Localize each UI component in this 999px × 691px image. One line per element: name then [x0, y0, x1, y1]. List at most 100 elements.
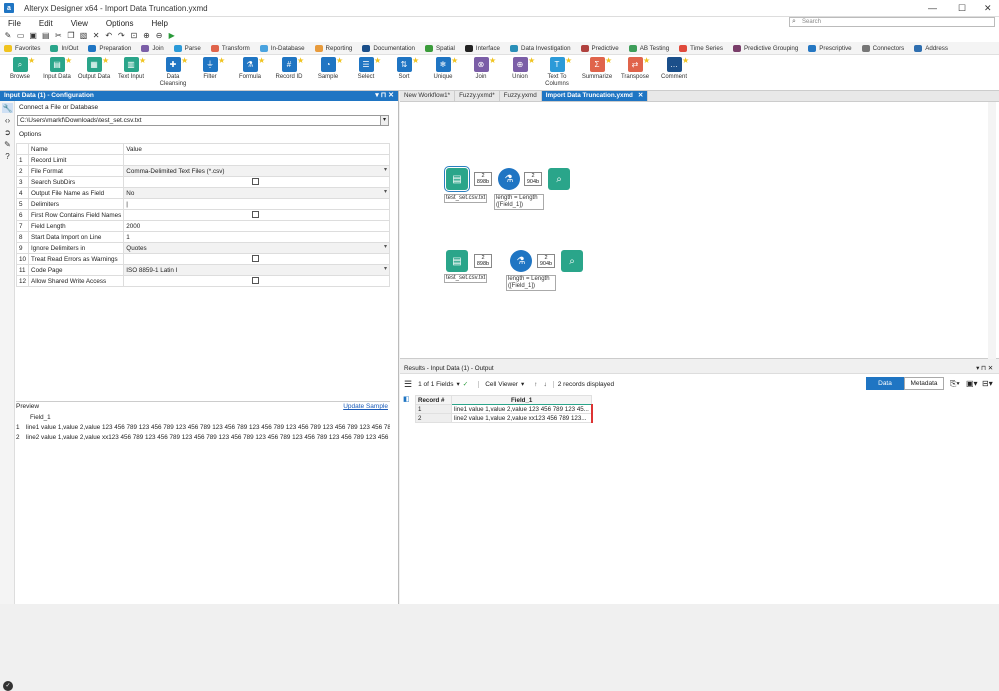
option-value-input[interactable] [123, 154, 390, 166]
favorite-star-icon[interactable]: ★ [451, 56, 458, 65]
category-tab-in-database[interactable]: In-Database [259, 44, 305, 52]
category-tab-predictive-grouping[interactable]: Predictive Grouping [732, 44, 798, 52]
canvas-tab-2[interactable]: Fuzzy.yxmd [500, 91, 542, 101]
help-icon[interactable]: ? [2, 151, 13, 161]
category-tab-preparation[interactable]: Preparation [88, 44, 131, 52]
canvas-tab-1[interactable]: Fuzzy.yxmd* [455, 91, 500, 101]
category-tab-interface[interactable]: Interface [464, 44, 500, 52]
close-tab-icon[interactable]: ✕ [638, 92, 643, 99]
new-icon[interactable]: ✎ [3, 31, 13, 41]
category-tab-ab-testing[interactable]: AB Testing [628, 44, 669, 52]
favorite-star-icon[interactable]: ★ [28, 56, 35, 65]
workflow-canvas[interactable]: ▤ test_set.csv.txt 2 898b ⚗ length = Leng… [400, 102, 999, 359]
results-panel-controls-icon[interactable]: ▾ ⊓ ✕ [976, 363, 993, 374]
option-row[interactable]: 9 Ignore Delimiters in Quotes ▾ [15, 242, 390, 254]
category-tab-favorites[interactable]: Favorites [4, 44, 40, 52]
browse-node-2[interactable]: ⌕ [561, 250, 583, 272]
menu-edit[interactable]: Edit [39, 19, 53, 28]
option-checkbox-cell[interactable] [123, 209, 390, 221]
option-row[interactable]: 11 Code Page ISO 8859-1 Latin I ▾ [15, 264, 390, 276]
chevron-down-icon[interactable]: ▾ [384, 266, 387, 272]
undo-icon[interactable]: ↶ [104, 31, 114, 41]
option-checkbox[interactable] [252, 277, 260, 285]
category-tab-parse[interactable]: Parse [173, 44, 201, 52]
favorite-star-icon[interactable]: ★ [643, 56, 650, 65]
menu-view[interactable]: View [71, 19, 88, 28]
run-icon[interactable]: ▶ [167, 31, 177, 41]
option-row[interactable]: 1 Record Limit [15, 154, 390, 166]
data-view-button[interactable]: Data [866, 377, 904, 390]
option-select[interactable]: Quotes ▾ [123, 242, 390, 254]
arrow-up-icon[interactable]: ↑ [534, 381, 537, 388]
favorite-star-icon[interactable]: ★ [218, 56, 225, 65]
wrench-icon[interactable]: 🔧 [2, 103, 13, 113]
category-tab-prescriptive[interactable]: Prescriptive [808, 44, 852, 52]
favorite-star-icon[interactable]: ★ [139, 56, 146, 65]
browse-node-1[interactable]: ⌕ [548, 168, 570, 190]
favorite-star-icon[interactable]: ★ [297, 56, 304, 65]
minimize-icon[interactable]: — [928, 3, 937, 13]
option-select[interactable]: ISO 8859-1 Latin I ▾ [123, 264, 390, 276]
favorite-star-icon[interactable]: ★ [258, 56, 265, 65]
paste-icon[interactable]: ▧ [79, 31, 89, 41]
menu-help[interactable]: Help [151, 19, 167, 28]
chevron-down-icon[interactable]: ▾ [384, 244, 387, 250]
category-tab-time-series[interactable]: Time Series [679, 44, 723, 52]
field-1-header[interactable]: Field_1 [450, 395, 593, 405]
option-select[interactable]: No ▾ [123, 187, 390, 199]
save-all-icon[interactable]: ▤ [41, 31, 51, 41]
category-tab-data-investigation[interactable]: Data Investigation [510, 44, 571, 52]
path-dropdown-button[interactable]: ▾ [380, 115, 389, 126]
option-value-input[interactable]: 2000 [123, 220, 390, 232]
option-checkbox[interactable] [252, 255, 260, 263]
search-input[interactable]: ⌕ Search [789, 17, 995, 27]
favorite-star-icon[interactable]: ★ [181, 56, 188, 65]
option-value-input[interactable]: 1 [123, 231, 390, 243]
formula-node-1[interactable]: ⚗ [498, 168, 520, 190]
option-row[interactable]: 12 Allow Shared Write Access [15, 275, 390, 287]
zoom-out-icon[interactable]: ⊖ [154, 31, 164, 41]
redo-icon[interactable]: ↷ [116, 31, 126, 41]
input-data-node-2[interactable]: ▤ [446, 250, 468, 272]
option-checkbox-cell[interactable] [123, 275, 390, 287]
option-row[interactable]: 6 First Row Contains Field Names [15, 209, 390, 221]
preview-row[interactable]: 1 line1 value 1,value 2,value 123 456 789… [16, 423, 390, 433]
panel-controls-icon[interactable]: ▾ ⊓ ✕ [375, 91, 394, 101]
cut-icon[interactable]: ✂ [53, 31, 63, 41]
option-value-input[interactable]: | [123, 198, 390, 210]
category-tab-address[interactable]: Address [914, 44, 948, 52]
copy-icon[interactable]: ❐ [66, 31, 76, 41]
metadata-view-button[interactable]: Metadata [904, 377, 944, 390]
maximize-icon[interactable]: ☐ [958, 3, 966, 14]
category-tab-connectors[interactable]: Connectors [861, 44, 904, 52]
favorite-star-icon[interactable]: ★ [565, 56, 572, 65]
category-tab-transform[interactable]: Transform [210, 44, 250, 52]
delete-icon[interactable]: ✕ [91, 31, 101, 41]
favorite-star-icon[interactable]: ★ [412, 56, 419, 65]
copy-results-icon[interactable]: ⎘▾ [950, 379, 960, 389]
option-row[interactable]: 4 Output File Name as Field No ▾ [15, 187, 390, 199]
fields-selector[interactable]: 1 of 1 Fields [418, 381, 453, 388]
option-select[interactable]: Comma-Delimited Text Files (*.csv) ▾ [123, 165, 390, 177]
category-tab-join[interactable]: Join [141, 44, 164, 52]
category-tab-predictive[interactable]: Predictive [580, 44, 619, 52]
preview-row[interactable]: 2 line2 value 1,value 2,value xx123 456 7… [16, 433, 390, 443]
favorite-star-icon[interactable]: ★ [374, 56, 381, 65]
field-1-cell[interactable]: line1 value 1,value 2,value 123 456 789 … [450, 404, 593, 414]
chevron-down-icon[interactable]: ▾ [384, 167, 387, 173]
close-icon[interactable]: ✕ [984, 3, 992, 14]
option-row[interactable]: 2 File Format Comma-Delimited Text Files (… [15, 165, 390, 177]
list-icon[interactable]: ☰ [404, 379, 412, 390]
option-row[interactable]: 8 Start Data Import on Line 1 [15, 231, 390, 243]
output-anchor-icon[interactable]: ◧ [403, 395, 413, 404]
favorite-star-icon[interactable]: ★ [528, 56, 535, 65]
menu-options[interactable]: Options [106, 19, 134, 28]
formula-node-2[interactable]: ⚗ [510, 250, 532, 272]
canvas-tab-3[interactable]: Import Data Truncation.yxmd ✕ [541, 91, 649, 101]
canvas-scrollbar[interactable] [988, 102, 996, 359]
apply-check-icon[interactable]: ✓ [463, 380, 468, 388]
favorite-star-icon[interactable]: ★ [489, 56, 496, 65]
option-checkbox-cell[interactable] [123, 176, 390, 188]
menu-file[interactable]: File [8, 19, 21, 28]
chevron-down-icon[interactable]: ▾ [521, 380, 524, 388]
